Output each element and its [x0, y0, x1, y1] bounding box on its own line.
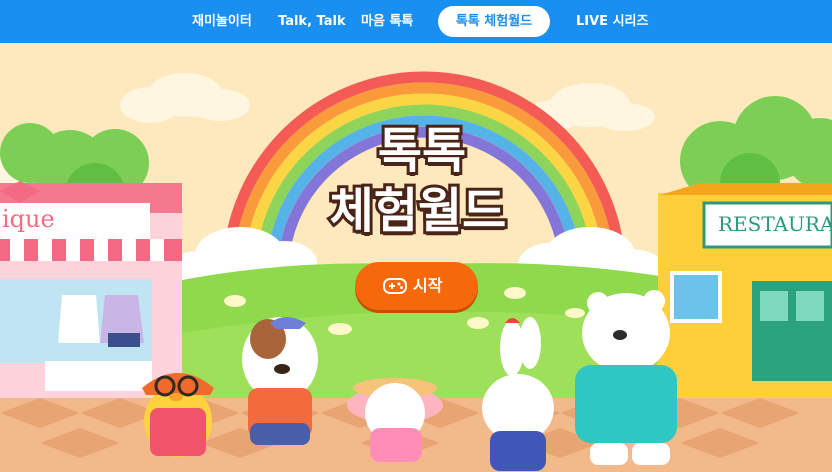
start-button[interactable]: 시작	[355, 262, 478, 310]
chick-character-icon	[142, 373, 214, 457]
nav-item-talk-talk[interactable]: Talk, Talk	[278, 0, 346, 43]
restaurant-sign: RESTAURA	[718, 212, 832, 236]
boutique-sign: ique	[2, 205, 55, 233]
hero-scene: ique RESTAURA 톡톡 체험월드 시작	[0, 43, 832, 472]
nav-item-mind-toktok[interactable]: 마음 톡톡	[361, 0, 413, 43]
scene-illustration	[0, 43, 832, 472]
nav-item-fun-playground[interactable]: 재미놀이터	[192, 0, 252, 43]
gamepad-icon	[383, 278, 407, 294]
dog-character-icon	[242, 317, 318, 445]
hero-title-line2: 체험월드	[327, 180, 510, 242]
top-nav: 재미놀이터 Talk, Talk 마음 톡톡 톡톡 체험월드 LIVE 시리즈	[0, 0, 832, 43]
polar-bear-character-icon	[575, 290, 677, 465]
nav-item-live-series[interactable]: LIVE 시리즈	[576, 0, 648, 43]
nav-item-experience-world[interactable]: 톡톡 체험월드	[438, 6, 550, 37]
start-button-label: 시작	[413, 276, 443, 295]
